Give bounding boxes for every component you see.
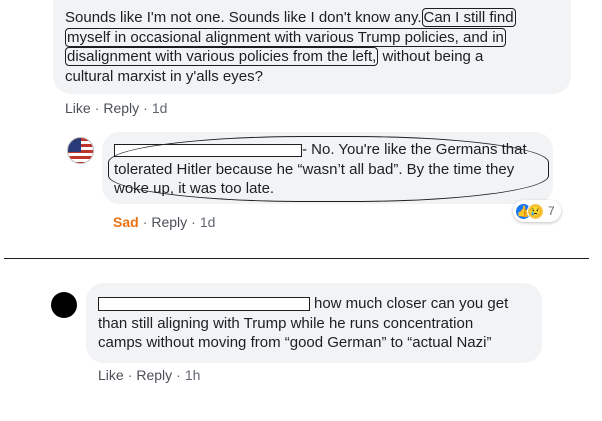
redacted-name — [114, 143, 302, 157]
comment-2-line-2: tolerated Hitler because he “wasn’t all … — [114, 160, 515, 178]
comment-1-highlight-a: Can I still find — [421, 8, 516, 27]
comment-bubble-1: Sounds like I'm not one. Sounds like I d… — [53, 0, 571, 94]
comment-1-line-1: Sounds like I'm not one. Sounds like I d… — [65, 8, 559, 28]
comment-2-line-1: - No. You're like the Germans that — [114, 140, 541, 160]
black-avatar[interactable] — [51, 292, 77, 318]
reply-link[interactable]: Reply — [136, 367, 172, 383]
comment-bubble-3: how much closer can you get than still a… — [86, 283, 542, 363]
flag-avatar[interactable] — [67, 137, 94, 164]
sad-reaction-icon: 😢 — [527, 202, 544, 220]
reply-link[interactable]: Reply — [151, 214, 187, 230]
comment-3-line-2: than still aligning with Trump while he … — [98, 314, 474, 332]
timestamp[interactable]: 1h — [185, 367, 201, 383]
comment-bubble-2: - No. You're like the Germans that toler… — [102, 132, 553, 204]
comment-1-highlight-c: disalignment with various policies from … — [65, 47, 379, 66]
comment-1-text-rest: without being a — [382, 48, 484, 65]
sad-reaction-link[interactable]: Sad — [113, 214, 139, 230]
timestamp[interactable]: 1d — [152, 100, 168, 116]
divider-line — [4, 258, 589, 259]
timestamp[interactable]: 1d — [200, 214, 216, 230]
comment-1-line-3: disalignment with various policies from … — [65, 47, 559, 67]
comment-1-line-4: cultural marxist in y'alls eyes? — [65, 67, 263, 85]
comment-3-actions: Like · Reply · 1h — [98, 367, 201, 383]
like-link[interactable]: Like — [65, 100, 91, 116]
comment-3-line-3: camps without moving from “good German” … — [98, 334, 492, 351]
reaction-summary[interactable]: 👍 😢 7 — [513, 200, 561, 222]
comment-2-line-3: woke up, it was too late. — [114, 180, 275, 197]
comment-1-text-plain: Sounds like I'm not one. Sounds like I d… — [65, 9, 422, 26]
comment-3-line-1: how much closer can you get — [98, 294, 530, 314]
comment-1-highlight-b: myself in occasional alignment with vari… — [65, 27, 506, 47]
redacted-name — [98, 297, 310, 312]
comment-1-line-2: myself in occasional alignment with vari… — [65, 27, 559, 48]
reaction-count: 7 — [548, 204, 555, 218]
like-link[interactable]: Like — [98, 367, 124, 383]
reply-link[interactable]: Reply — [103, 100, 139, 116]
comment-1-actions: Like · Reply · 1d — [65, 100, 168, 116]
comment-2-actions: Sad · Reply · 1d — [113, 214, 216, 230]
